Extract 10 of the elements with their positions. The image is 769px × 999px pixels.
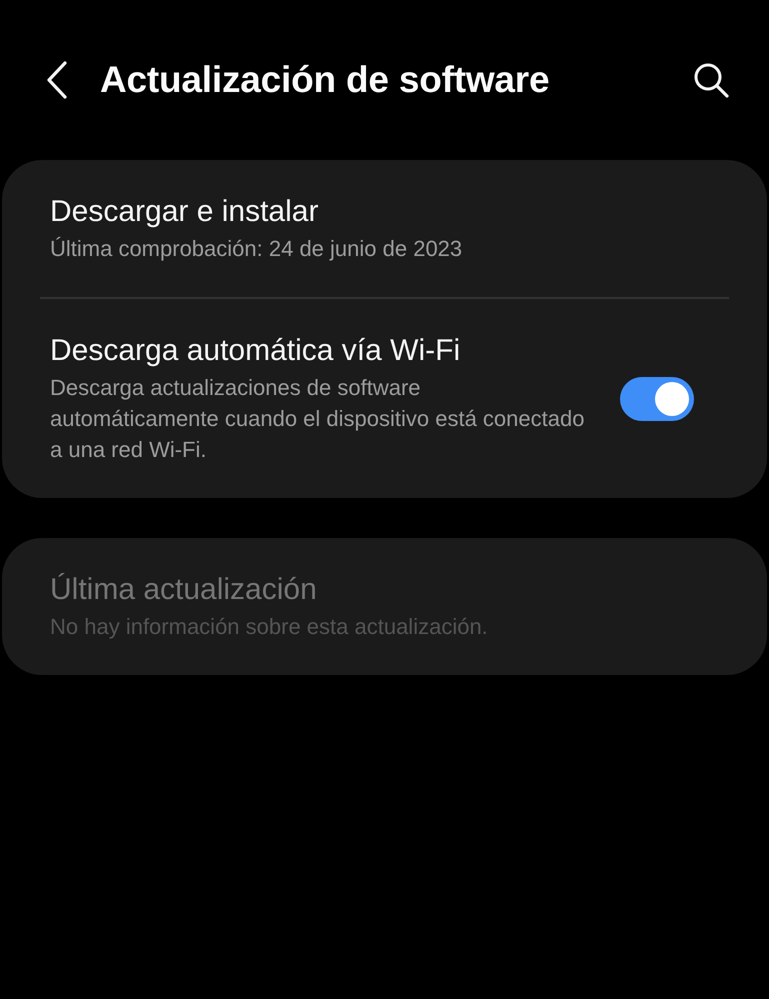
page-title: Actualización de software [100, 58, 550, 102]
item-title: Descarga automática vía Wi-Fi [50, 333, 462, 369]
toggle-switch[interactable] [620, 376, 694, 420]
item-title: Descargar e instalar [50, 194, 320, 230]
item-description: No hay información sobre esta actualización. [50, 613, 489, 641]
search-button[interactable] [693, 62, 729, 98]
back-button[interactable] [46, 61, 68, 99]
item-description: Descarga actualizaciones de software automáticamente cuando el dispositivo está conectado a una red Wi-Fi. [50, 374, 586, 464]
item-title: Última actualización [50, 572, 318, 608]
item-description: Última comprobación: 24 de junio de 2023 [50, 235, 464, 263]
